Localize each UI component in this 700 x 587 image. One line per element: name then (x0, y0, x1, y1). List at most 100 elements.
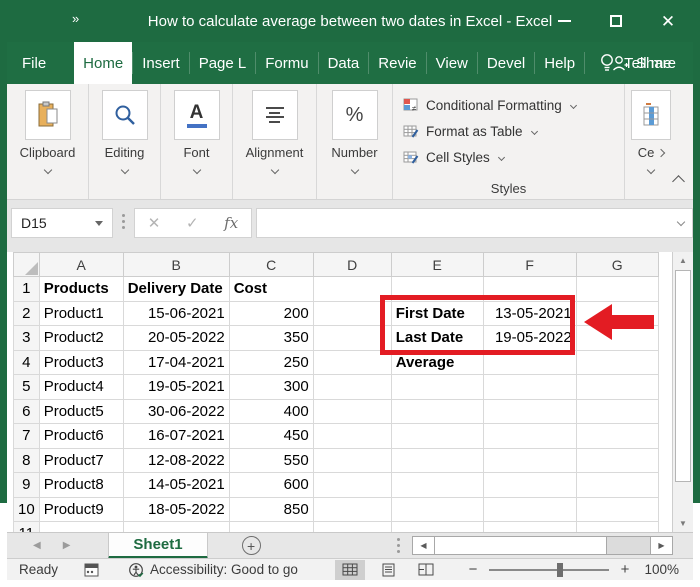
cell-a9[interactable]: Product8 (39, 473, 123, 498)
col-header-c[interactable]: C (229, 253, 313, 277)
cell-g9[interactable] (576, 473, 658, 498)
row-header[interactable]: 4 (14, 350, 40, 375)
cell-b1[interactable]: Delivery Date (123, 277, 229, 302)
cell-b4[interactable]: 17-04-2021 (123, 350, 229, 375)
cell-e10[interactable] (391, 497, 483, 522)
cell-e3[interactable]: Last Date (391, 326, 483, 351)
zoom-slider-handle[interactable] (557, 563, 563, 577)
cell-d7[interactable] (313, 424, 391, 449)
cell-g5[interactable] (576, 375, 658, 400)
cell-g8[interactable] (576, 448, 658, 473)
collapse-ribbon-button[interactable] (674, 173, 683, 191)
zoom-level[interactable]: 100% (633, 562, 679, 577)
cell-f3[interactable]: 19-05-2022 (483, 326, 576, 351)
vertical-scroll-thumb[interactable] (675, 270, 691, 482)
tab-bar-splitter[interactable] (397, 538, 400, 553)
formula-bar-splitter[interactable] (122, 214, 125, 229)
cell-g10[interactable] (576, 497, 658, 522)
cell-g2[interactable] (576, 301, 658, 326)
row-header[interactable]: 3 (14, 326, 40, 351)
tab-data[interactable]: Data (319, 42, 369, 84)
cell-g4[interactable] (576, 350, 658, 375)
font-button[interactable]: A (174, 90, 220, 140)
tab-insert[interactable]: Insert (133, 42, 189, 84)
cell-c6[interactable]: 400 (229, 399, 313, 424)
cell-f4[interactable] (483, 350, 576, 375)
tab-home[interactable]: Home (74, 42, 132, 84)
cell-b10[interactable]: 18-05-2022 (123, 497, 229, 522)
cell-c2[interactable]: 200 (229, 301, 313, 326)
cell-f1[interactable] (483, 277, 576, 302)
cell-a6[interactable]: Product5 (39, 399, 123, 424)
share-button[interactable]: Share (611, 42, 676, 84)
name-box[interactable]: D15 (11, 208, 113, 238)
macro-record-button[interactable] (84, 563, 100, 577)
new-sheet-button[interactable]: + (242, 536, 261, 555)
tab-page-layout[interactable]: Page L (190, 42, 256, 84)
cell-a2[interactable]: Product1 (39, 301, 123, 326)
tab-developer[interactable]: Devel (478, 42, 534, 84)
cell-f8[interactable] (483, 448, 576, 473)
conditional-formatting-button[interactable]: ≠ Conditional Formatting (403, 92, 576, 118)
normal-view-button[interactable] (335, 560, 365, 580)
cell-a10[interactable]: Product9 (39, 497, 123, 522)
scroll-down-icon[interactable]: ▼ (673, 515, 693, 532)
col-header-f[interactable]: F (483, 253, 576, 277)
horizontal-scroll-thumb[interactable] (435, 537, 607, 554)
cell-a4[interactable]: Product3 (39, 350, 123, 375)
cell-styles-button[interactable]: Cell Styles (403, 144, 504, 170)
cells-group-partial[interactable]: Ce (625, 84, 677, 199)
page-layout-view-button[interactable] (373, 560, 403, 580)
cell-e8[interactable] (391, 448, 483, 473)
cell-c10[interactable]: 850 (229, 497, 313, 522)
cell-a3[interactable]: Product2 (39, 326, 123, 351)
cell-c3[interactable]: 350 (229, 326, 313, 351)
cell-f2[interactable]: 13-05-2021 (483, 301, 576, 326)
cell-e7[interactable] (391, 424, 483, 449)
cell-e11[interactable] (391, 522, 483, 533)
confirm-entry-icon[interactable]: ✓ (186, 214, 199, 232)
cell-b11[interactable] (123, 522, 229, 533)
cell-d3[interactable] (313, 326, 391, 351)
zoom-in-button[interactable]: + (617, 561, 633, 578)
cell-g11[interactable] (576, 522, 658, 533)
alignment-button[interactable] (252, 90, 298, 140)
cell-e6[interactable] (391, 399, 483, 424)
row-header[interactable]: 10 (14, 497, 40, 522)
cell-d9[interactable] (313, 473, 391, 498)
tab-view[interactable]: View (427, 42, 477, 84)
col-header-d-selected[interactable]: D (313, 253, 391, 277)
horizontal-scroll-track[interactable] (435, 536, 650, 555)
number-button[interactable]: % (332, 90, 378, 140)
chevron-down-icon[interactable] (270, 166, 278, 174)
cell-d11[interactable] (313, 522, 391, 533)
cell-f9[interactable] (483, 473, 576, 498)
cell-e2[interactable]: First Date (391, 301, 483, 326)
cancel-entry-icon[interactable]: ✕ (148, 214, 161, 232)
cell-b6[interactable]: 30-06-2022 (123, 399, 229, 424)
cell-d4[interactable] (313, 350, 391, 375)
insert-function-icon[interactable]: fx (224, 214, 238, 232)
cell-d8[interactable] (313, 448, 391, 473)
cell-b7[interactable]: 16-07-2021 (123, 424, 229, 449)
cell-f6[interactable] (483, 399, 576, 424)
cell-f5[interactable] (483, 375, 576, 400)
row-header[interactable]: 2 (14, 301, 40, 326)
editing-group[interactable]: Editing (89, 84, 161, 199)
chevron-down-icon[interactable] (120, 166, 128, 174)
cell-b5[interactable]: 19-05-2021 (123, 375, 229, 400)
cell-c8[interactable]: 550 (229, 448, 313, 473)
row-header[interactable]: 6 (14, 399, 40, 424)
col-header-g[interactable]: G (576, 253, 658, 277)
scroll-up-icon[interactable]: ▲ (673, 252, 693, 269)
zoom-out-button[interactable]: − (465, 561, 481, 578)
alignment-group[interactable]: Alignment (233, 84, 317, 199)
expand-formula-bar-icon[interactable] (677, 218, 685, 226)
cell-e4[interactable]: Average (391, 350, 483, 375)
sheet-tab-sheet1[interactable]: Sheet1 (108, 533, 207, 559)
cell-c9[interactable]: 600 (229, 473, 313, 498)
col-header-a[interactable]: A (39, 253, 123, 277)
cell-c7[interactable]: 450 (229, 424, 313, 449)
zoom-slider-track[interactable] (489, 569, 609, 571)
cell-d6[interactable] (313, 399, 391, 424)
